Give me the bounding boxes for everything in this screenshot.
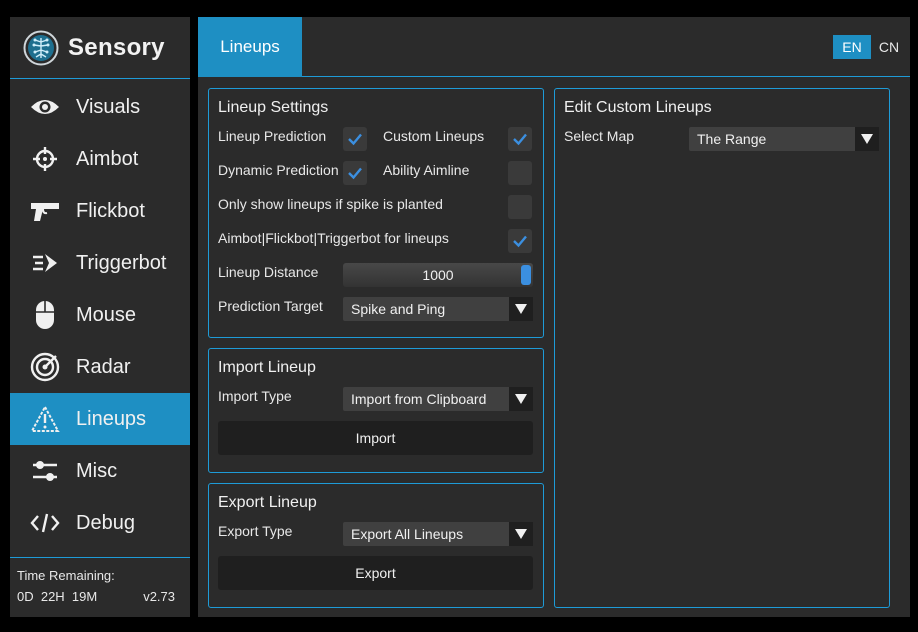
edit-custom-lineups-panel: Edit Custom Lineups Select Map The Range bbox=[554, 88, 890, 608]
checkmark-icon bbox=[513, 235, 527, 248]
warning-triangle-icon bbox=[30, 404, 60, 434]
app-title: Sensory bbox=[68, 33, 165, 61]
sidebar-item-debug[interactable]: Debug bbox=[10, 497, 190, 549]
sidebar-item-lineups[interactable]: Lineups bbox=[10, 393, 190, 445]
sidebar-item-label: Visuals bbox=[76, 95, 141, 118]
sidebar-item-label: Radar bbox=[76, 355, 131, 378]
dropdown-arrow-icon bbox=[509, 522, 533, 546]
brand: Sensory bbox=[10, 17, 190, 79]
code-icon bbox=[30, 508, 60, 538]
sidebar-nav: Visuals Aimbot Flickbot Triggerbot Mouse bbox=[10, 81, 190, 549]
spike-planted-label: Only show lineups if spike is planted bbox=[218, 196, 443, 212]
mouse-icon bbox=[30, 300, 60, 330]
export-lineup-panel: Export Lineup Export Type Export All Lin… bbox=[208, 483, 544, 608]
tab-lineups[interactable]: Lineups bbox=[198, 17, 302, 77]
ability-aimline-label: Ability Aimline bbox=[383, 162, 470, 178]
dropdown-arrow-icon bbox=[855, 127, 879, 151]
ability-aimline-checkbox[interactable] bbox=[508, 161, 532, 185]
language-en-button[interactable]: EN bbox=[833, 35, 871, 59]
spike-planted-checkbox[interactable] bbox=[508, 195, 532, 219]
version-label: v2.73 bbox=[143, 589, 175, 604]
main-panel: Lineups EN CN Lineup Settings Lineup Pre… bbox=[198, 17, 910, 617]
import-lineup-panel: Import Lineup Import Type Import from Cl… bbox=[208, 348, 544, 473]
lineup-settings-panel: Lineup Settings Lineup Prediction Custom… bbox=[208, 88, 544, 338]
sidebar-item-triggerbot[interactable]: Triggerbot bbox=[10, 237, 190, 289]
lineup-prediction-label: Lineup Prediction bbox=[218, 128, 327, 144]
eye-icon bbox=[30, 92, 60, 122]
radar-icon bbox=[30, 352, 60, 382]
tab-header: Lineups EN CN bbox=[198, 17, 910, 77]
lineup-prediction-checkbox[interactable] bbox=[343, 127, 367, 151]
export-type-select[interactable]: Export All Lineups bbox=[343, 522, 533, 546]
sidebar: Sensory Visuals Aimbot Flickbot Triggerb… bbox=[10, 17, 190, 617]
brain-logo-icon bbox=[23, 30, 59, 65]
sidebar-item-label: Flickbot bbox=[76, 199, 145, 222]
slider-thumb[interactable] bbox=[521, 265, 531, 285]
import-type-select[interactable]: Import from Clipboard bbox=[343, 387, 533, 411]
sidebar-item-label: Debug bbox=[76, 511, 135, 534]
lineup-distance-slider[interactable]: 1000 bbox=[343, 263, 533, 287]
prediction-target-label: Prediction Target bbox=[218, 298, 323, 314]
checkmark-icon bbox=[348, 167, 362, 180]
panel-title: Export Lineup bbox=[218, 494, 317, 511]
lineup-distance-label: Lineup Distance bbox=[218, 264, 319, 280]
panel-title: Import Lineup bbox=[218, 359, 316, 376]
export-button[interactable]: Export bbox=[218, 556, 533, 590]
sidebar-item-label: Aimbot bbox=[76, 147, 139, 170]
time-remaining-label: Time Remaining: bbox=[17, 568, 115, 583]
sidebar-item-label: Lineups bbox=[76, 407, 147, 430]
time-remaining-value: 0D 22H 19M bbox=[17, 589, 98, 604]
sidebar-item-flickbot[interactable]: Flickbot bbox=[10, 185, 190, 237]
select-value: Spike and Ping bbox=[351, 301, 446, 317]
custom-lineups-label: Custom Lineups bbox=[383, 128, 485, 144]
sidebar-item-label: Triggerbot bbox=[76, 251, 167, 274]
dropdown-arrow-icon bbox=[509, 297, 533, 321]
panel-title: Edit Custom Lineups bbox=[564, 99, 712, 116]
sidebar-item-label: Mouse bbox=[76, 303, 137, 326]
crosshair-icon bbox=[30, 144, 60, 174]
import-button[interactable]: Import bbox=[218, 421, 533, 455]
import-type-label: Import Type bbox=[218, 388, 292, 404]
dynamic-prediction-checkbox[interactable] bbox=[343, 161, 367, 185]
prediction-target-select[interactable]: Spike and Ping bbox=[343, 297, 533, 321]
sidebar-item-mouse[interactable]: Mouse bbox=[10, 289, 190, 341]
select-value: Export All Lineups bbox=[351, 526, 464, 542]
panel-title: Lineup Settings bbox=[218, 99, 329, 116]
export-type-label: Export Type bbox=[218, 523, 293, 539]
sidebar-item-misc[interactable]: Misc bbox=[10, 445, 190, 497]
select-map-dropdown[interactable]: The Range bbox=[689, 127, 879, 151]
sidebar-item-label: Misc bbox=[76, 459, 118, 482]
custom-lineups-checkbox[interactable] bbox=[508, 127, 532, 151]
aimbot-for-lineups-label: Aimbot|Flickbot|Triggerbot for lineups bbox=[218, 230, 449, 246]
sliders-icon bbox=[30, 456, 60, 486]
checkmark-icon bbox=[513, 133, 527, 146]
slider-value: 1000 bbox=[422, 267, 454, 283]
license-footer: Time Remaining: 0D 22H 19M v2.73 bbox=[10, 557, 190, 617]
select-map-label: Select Map bbox=[564, 128, 635, 144]
pistol-icon bbox=[30, 196, 60, 226]
aimbot-for-lineups-checkbox[interactable] bbox=[508, 229, 532, 253]
select-value: Import from Clipboard bbox=[351, 391, 487, 407]
sidebar-item-radar[interactable]: Radar bbox=[10, 341, 190, 393]
sidebar-item-aimbot[interactable]: Aimbot bbox=[10, 133, 190, 185]
sidebar-item-visuals[interactable]: Visuals bbox=[10, 81, 190, 133]
speed-arrow-icon bbox=[30, 248, 60, 278]
dynamic-prediction-label: Dynamic Prediction bbox=[218, 162, 339, 178]
language-cn-button[interactable]: CN bbox=[874, 35, 904, 59]
dropdown-arrow-icon bbox=[509, 387, 533, 411]
checkmark-icon bbox=[348, 133, 362, 146]
select-value: The Range bbox=[697, 131, 767, 147]
